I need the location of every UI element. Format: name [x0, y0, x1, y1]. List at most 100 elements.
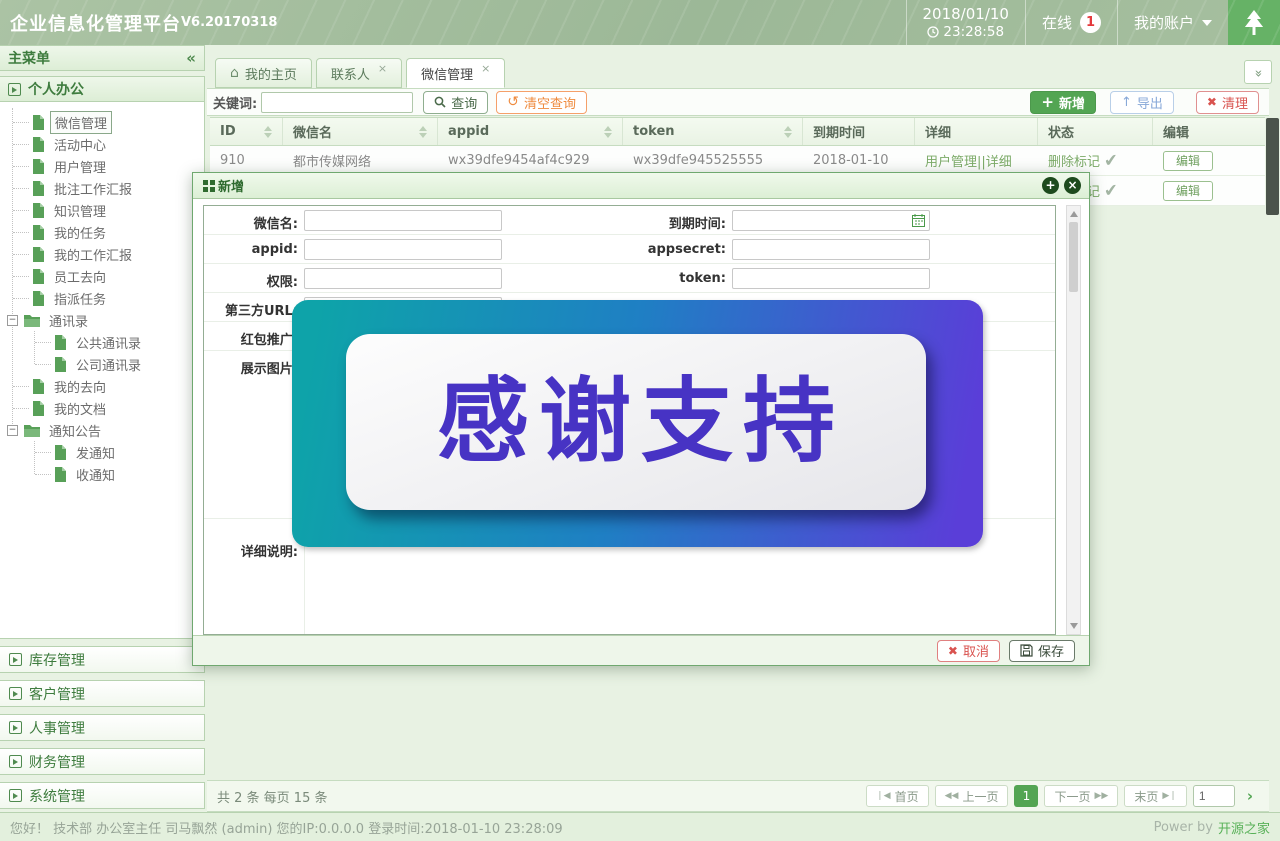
- header-time-row: 23:28:58: [927, 24, 1004, 40]
- sidebar-item-my-whereabouts[interactable]: 我的去向: [0, 375, 204, 397]
- close-icon[interactable]: ×: [481, 59, 490, 75]
- clean-button[interactable]: ✖ 清理: [1196, 91, 1259, 114]
- column-header-wechat-name[interactable]: 微信名: [283, 118, 438, 145]
- close-icon[interactable]: ×: [378, 59, 387, 75]
- app-header: 企业信息化管理平台V6.20170318 2018/01/10 23:28:58…: [0, 0, 1280, 45]
- dialog-scrollbar[interactable]: [1066, 205, 1081, 635]
- maximize-icon[interactable]: +: [1042, 177, 1059, 194]
- wechat-name-input[interactable]: [304, 210, 502, 231]
- online-status[interactable]: 在线 1: [1025, 0, 1117, 45]
- scroll-down-icon[interactable]: [1070, 623, 1078, 629]
- appid-input[interactable]: [304, 239, 502, 260]
- sidebar-folder-contacts[interactable]: −通讯录: [0, 309, 204, 331]
- accordion-customer[interactable]: 客户管理: [0, 680, 205, 707]
- token-input[interactable]: [732, 268, 930, 289]
- next-page-icon: ▶▶: [1094, 791, 1108, 801]
- cell-status: 删除标记✔: [1038, 146, 1153, 175]
- header-right: 2018/01/10 23:28:58 在线 1 我的账户: [906, 0, 1280, 45]
- brand-link[interactable]: 开源之家: [1218, 818, 1270, 837]
- go-page-button[interactable]: ›: [1241, 787, 1259, 805]
- home-icon: ⌂: [230, 65, 239, 81]
- sidebar-item-activity-center[interactable]: 活动中心: [0, 133, 204, 155]
- save-icon: [1020, 644, 1033, 657]
- search-button[interactable]: 查询: [423, 91, 488, 114]
- sort-icon[interactable]: [264, 126, 272, 138]
- sidebar-item-user-manage[interactable]: 用户管理: [0, 155, 204, 177]
- check-stamp-icon: ✔: [1103, 150, 1119, 171]
- page-number-input[interactable]: [1193, 785, 1235, 807]
- accordion-hr[interactable]: 人事管理: [0, 714, 205, 741]
- appsecret-input[interactable]: [732, 239, 930, 260]
- keyword-label: 关键词:: [213, 93, 257, 112]
- tab-my-home[interactable]: ⌂ 我的主页: [215, 58, 312, 88]
- power-by-text: Power by: [1154, 820, 1213, 835]
- permission-input[interactable]: [304, 268, 502, 289]
- sidebar-item-label: 指派任务: [50, 288, 110, 309]
- expire-time-input[interactable]: [732, 210, 930, 231]
- last-page-button[interactable]: 末页▶❘: [1124, 785, 1186, 807]
- tree-collapse-icon[interactable]: −: [7, 425, 18, 436]
- sidebar-item-public-contacts[interactable]: 公共通讯录: [0, 331, 204, 353]
- edit-button[interactable]: 编辑: [1163, 151, 1213, 171]
- sidebar-item-assign-task[interactable]: 指派任务: [0, 287, 204, 309]
- sidebar-item-knowledge[interactable]: 知识管理: [0, 199, 204, 221]
- sort-icon[interactable]: [419, 126, 427, 138]
- sidebar-item-my-tasks[interactable]: 我的任务: [0, 221, 204, 243]
- accordion-system[interactable]: 系统管理: [0, 782, 205, 809]
- keyword-input[interactable]: [261, 92, 413, 113]
- accordion-personal-office[interactable]: 个人办公: [0, 76, 205, 102]
- tab-contacts[interactable]: 联系人 ×: [316, 58, 402, 88]
- sort-icon[interactable]: [604, 126, 612, 138]
- panel-collapse-button[interactable]: »: [1244, 60, 1272, 84]
- close-icon[interactable]: ×: [1064, 177, 1081, 194]
- cell-detail-links[interactable]: 用户管理||详细: [915, 146, 1038, 175]
- column-label: 编辑: [1163, 122, 1189, 141]
- sidebar-item-receive-notice[interactable]: 收通知: [0, 463, 204, 485]
- chevron-down-icon: [1202, 20, 1212, 26]
- accordion-finance[interactable]: 财务管理: [0, 748, 205, 775]
- edit-button[interactable]: 编辑: [1163, 181, 1213, 201]
- scroll-up-icon[interactable]: [1070, 211, 1078, 217]
- prev-page-icon: ◀◀: [945, 791, 959, 801]
- first-page-button[interactable]: ❘◀首页: [866, 785, 928, 807]
- sidebar-item-my-documents[interactable]: 我的文档: [0, 397, 204, 419]
- column-header-appid[interactable]: appid: [438, 118, 623, 145]
- section-box-icon: [9, 653, 22, 666]
- sidebar-item-review-report[interactable]: 批注工作汇报: [0, 177, 204, 199]
- sort-icon[interactable]: [784, 126, 792, 138]
- sidebar-item-company-contacts[interactable]: 公司通讯录: [0, 353, 204, 375]
- theme-tree-button[interactable]: [1228, 0, 1280, 45]
- sidebar-item-my-report[interactable]: 我的工作汇报: [0, 243, 204, 265]
- add-button[interactable]: + 新增: [1030, 91, 1096, 114]
- next-page-button[interactable]: 下一页▶▶: [1044, 785, 1118, 807]
- column-header-id[interactable]: ID: [210, 118, 283, 145]
- clock-icon: [927, 26, 939, 38]
- account-menu[interactable]: 我的账户: [1117, 0, 1228, 45]
- sidebar-item-label: 公共通讯录: [72, 332, 145, 353]
- sidebar-item-send-notice[interactable]: 发通知: [0, 441, 204, 463]
- current-page-badge[interactable]: 1: [1014, 785, 1038, 807]
- file-icon: [32, 225, 45, 240]
- column-header-token[interactable]: token: [623, 118, 803, 145]
- clear-search-button[interactable]: ↺ 清空查询: [496, 91, 587, 114]
- delete-mark-link[interactable]: 删除标记: [1048, 151, 1100, 170]
- tab-wechat-manage[interactable]: 微信管理 ×: [406, 58, 505, 88]
- dialog-titlebar[interactable]: 新增 + ×: [193, 173, 1089, 199]
- sidebar-folder-notices[interactable]: −通知公告: [0, 419, 204, 441]
- scrollbar-thumb[interactable]: [1069, 222, 1078, 292]
- accordion-inventory[interactable]: 库存管理: [0, 646, 205, 673]
- scrollbar-thumb[interactable]: [1266, 118, 1279, 215]
- prev-page-button[interactable]: ◀◀上一页: [935, 785, 1009, 807]
- save-button[interactable]: 保存: [1009, 640, 1075, 662]
- dialog-title: 新增: [218, 176, 244, 195]
- tree-collapse-icon[interactable]: −: [7, 315, 18, 326]
- file-icon: [32, 291, 45, 306]
- calendar-icon[interactable]: [912, 214, 925, 227]
- cancel-button[interactable]: ✖ 取消: [937, 640, 1000, 662]
- cell-id: 910: [210, 146, 283, 175]
- sidebar-collapse-icon[interactable]: «: [186, 49, 196, 67]
- column-header-detail: 详细: [915, 118, 1038, 145]
- sidebar-item-staff-whereabouts[interactable]: 员工去向: [0, 265, 204, 287]
- export-button[interactable]: ↑ 导出: [1110, 91, 1174, 114]
- sidebar-item-wechat-manage[interactable]: 微信管理: [0, 111, 204, 133]
